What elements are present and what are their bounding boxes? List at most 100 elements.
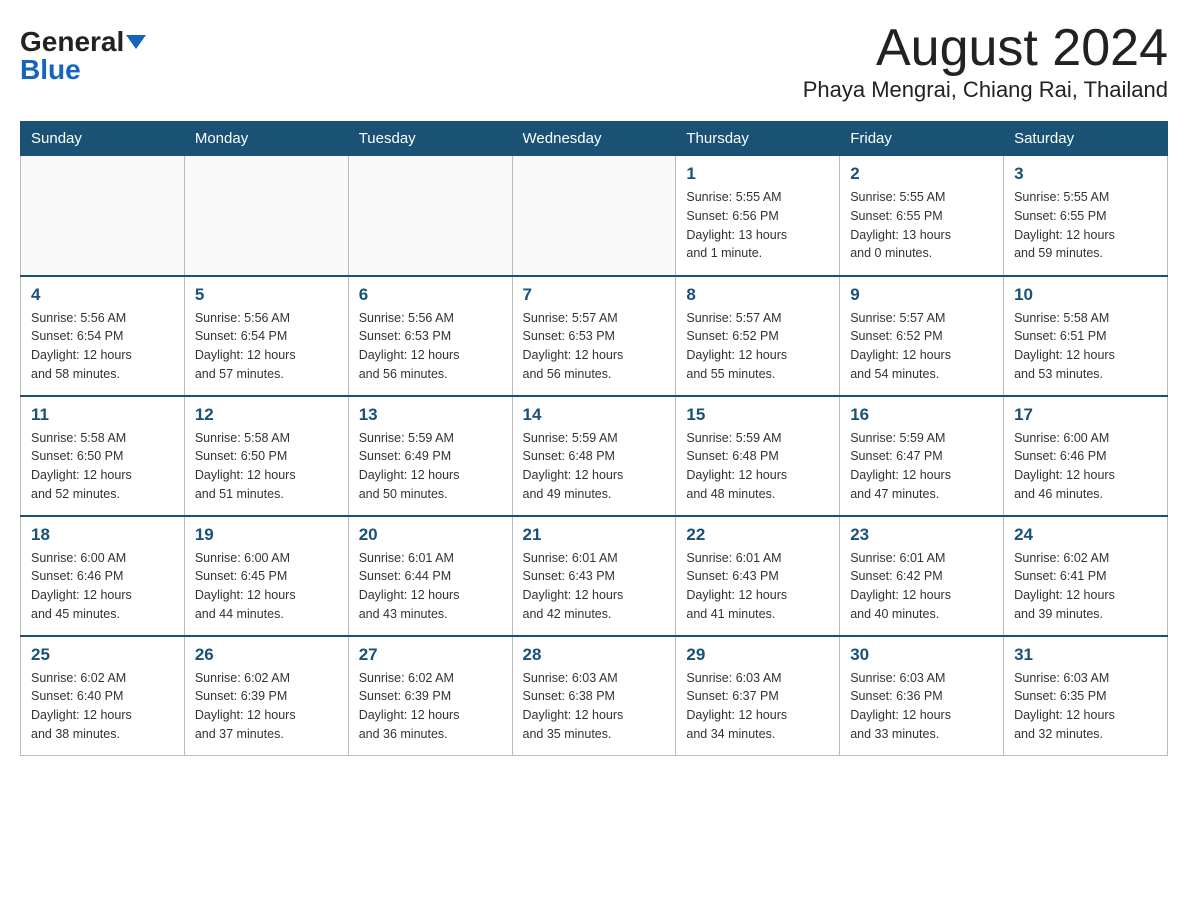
day-info: Sunrise: 6:00 AMSunset: 6:46 PMDaylight:…: [31, 549, 174, 624]
weekday-header-wednesday: Wednesday: [512, 122, 676, 156]
day-info: Sunrise: 5:56 AMSunset: 6:54 PMDaylight:…: [195, 309, 338, 384]
day-info: Sunrise: 6:01 AMSunset: 6:42 PMDaylight:…: [850, 549, 993, 624]
day-info: Sunrise: 6:03 AMSunset: 6:37 PMDaylight:…: [686, 669, 829, 744]
calendar-cell: 19 Sunrise: 6:00 AMSunset: 6:45 PMDayligh…: [184, 516, 348, 636]
calendar-week-row: 18 Sunrise: 6:00 AMSunset: 6:46 PMDayligh…: [21, 516, 1168, 636]
calendar-cell: 12 Sunrise: 5:58 AMSunset: 6:50 PMDayligh…: [184, 396, 348, 516]
calendar-cell: 7 Sunrise: 5:57 AMSunset: 6:53 PMDaylight…: [512, 276, 676, 396]
calendar-cell: 2 Sunrise: 5:55 AMSunset: 6:55 PMDaylight…: [840, 156, 1004, 276]
day-number: 2: [850, 164, 993, 184]
day-number: 1: [686, 164, 829, 184]
calendar-cell: 29 Sunrise: 6:03 AMSunset: 6:37 PMDayligh…: [676, 636, 840, 756]
day-info: Sunrise: 5:58 AMSunset: 6:50 PMDaylight:…: [195, 429, 338, 504]
calendar-cell: 25 Sunrise: 6:02 AMSunset: 6:40 PMDayligh…: [21, 636, 185, 756]
calendar-cell: 23Sunrise: 6:01 AMSunset: 6:42 PMDayligh…: [840, 516, 1004, 636]
calendar-cell: 14 Sunrise: 5:59 AMSunset: 6:48 PMDayligh…: [512, 396, 676, 516]
day-number: 15: [686, 405, 829, 425]
calendar-cell: [512, 156, 676, 276]
day-number: 12: [195, 405, 338, 425]
calendar-cell: 18 Sunrise: 6:00 AMSunset: 6:46 PMDayligh…: [21, 516, 185, 636]
calendar-week-row: 11 Sunrise: 5:58 AMSunset: 6:50 PMDayligh…: [21, 396, 1168, 516]
calendar-cell: 26 Sunrise: 6:02 AMSunset: 6:39 PMDayligh…: [184, 636, 348, 756]
calendar-cell: 31 Sunrise: 6:03 AMSunset: 6:35 PMDayligh…: [1004, 636, 1168, 756]
day-number: 20: [359, 525, 502, 545]
day-number: 11: [31, 405, 174, 425]
calendar-cell: 28Sunrise: 6:03 AMSunset: 6:38 PMDayligh…: [512, 636, 676, 756]
calendar-cell: 9Sunrise: 5:57 AMSunset: 6:52 PMDaylight…: [840, 276, 1004, 396]
calendar-cell: 22Sunrise: 6:01 AMSunset: 6:43 PMDayligh…: [676, 516, 840, 636]
title-area: August 2024 Phaya Mengrai, Chiang Rai, T…: [803, 20, 1168, 103]
calendar-cell: 15 Sunrise: 5:59 AMSunset: 6:48 PMDayligh…: [676, 396, 840, 516]
day-number: 10: [1014, 285, 1157, 305]
day-info: Sunrise: 5:55 AMSunset: 6:56 PMDaylight:…: [686, 188, 829, 263]
day-info: Sunrise: 5:57 AMSunset: 6:53 PMDaylight:…: [523, 309, 666, 384]
calendar-cell: 11 Sunrise: 5:58 AMSunset: 6:50 PMDayligh…: [21, 396, 185, 516]
logo: General Blue: [20, 28, 146, 84]
day-number: 24: [1014, 525, 1157, 545]
day-number: 16: [850, 405, 993, 425]
day-number: 31: [1014, 645, 1157, 665]
calendar-cell: 3Sunrise: 5:55 AMSunset: 6:55 PMDaylight…: [1004, 156, 1168, 276]
day-info: Sunrise: 5:59 AMSunset: 6:48 PMDaylight:…: [686, 429, 829, 504]
day-info: Sunrise: 5:58 AMSunset: 6:50 PMDaylight:…: [31, 429, 174, 504]
calendar-cell: [348, 156, 512, 276]
day-info: Sunrise: 5:55 AMSunset: 6:55 PMDaylight:…: [1014, 188, 1157, 263]
day-info: Sunrise: 6:02 AMSunset: 6:41 PMDaylight:…: [1014, 549, 1157, 624]
day-number: 18: [31, 525, 174, 545]
calendar-cell: 30 Sunrise: 6:03 AMSunset: 6:36 PMDayligh…: [840, 636, 1004, 756]
calendar-week-row: 1 Sunrise: 5:55 AMSunset: 6:56 PMDaylight…: [21, 156, 1168, 276]
day-number: 26: [195, 645, 338, 665]
weekday-header-friday: Friday: [840, 122, 1004, 156]
day-number: 13: [359, 405, 502, 425]
day-info: Sunrise: 6:03 AMSunset: 6:36 PMDaylight:…: [850, 669, 993, 744]
day-info: Sunrise: 5:57 AMSunset: 6:52 PMDaylight:…: [850, 309, 993, 384]
calendar-cell: [21, 156, 185, 276]
calendar-cell: 24 Sunrise: 6:02 AMSunset: 6:41 PMDayligh…: [1004, 516, 1168, 636]
logo-arrow-icon: [126, 35, 146, 49]
calendar-cell: 20 Sunrise: 6:01 AMSunset: 6:44 PMDayligh…: [348, 516, 512, 636]
day-info: Sunrise: 6:00 AMSunset: 6:45 PMDaylight:…: [195, 549, 338, 624]
calendar-cell: 5 Sunrise: 5:56 AMSunset: 6:54 PMDaylight…: [184, 276, 348, 396]
day-number: 25: [31, 645, 174, 665]
logo-blue-text: Blue: [20, 56, 81, 84]
day-info: Sunrise: 5:58 AMSunset: 6:51 PMDaylight:…: [1014, 309, 1157, 384]
weekday-header-thursday: Thursday: [676, 122, 840, 156]
weekday-header-saturday: Saturday: [1004, 122, 1168, 156]
day-number: 7: [523, 285, 666, 305]
day-number: 19: [195, 525, 338, 545]
header: General Blue August 2024 Phaya Mengrai, …: [20, 20, 1168, 103]
weekday-header-monday: Monday: [184, 122, 348, 156]
day-number: 5: [195, 285, 338, 305]
location-title: Phaya Mengrai, Chiang Rai, Thailand: [803, 77, 1168, 103]
day-info: Sunrise: 5:57 AMSunset: 6:52 PMDaylight:…: [686, 309, 829, 384]
day-info: Sunrise: 5:56 AMSunset: 6:54 PMDaylight:…: [31, 309, 174, 384]
day-info: Sunrise: 6:01 AMSunset: 6:43 PMDaylight:…: [523, 549, 666, 624]
day-number: 21: [523, 525, 666, 545]
calendar-cell: 10 Sunrise: 5:58 AMSunset: 6:51 PMDayligh…: [1004, 276, 1168, 396]
weekday-header-row: SundayMondayTuesdayWednesdayThursdayFrid…: [21, 122, 1168, 156]
day-number: 30: [850, 645, 993, 665]
day-info: Sunrise: 6:02 AMSunset: 6:39 PMDaylight:…: [359, 669, 502, 744]
day-info: Sunrise: 6:02 AMSunset: 6:39 PMDaylight:…: [195, 669, 338, 744]
day-number: 14: [523, 405, 666, 425]
day-number: 6: [359, 285, 502, 305]
day-info: Sunrise: 5:59 AMSunset: 6:47 PMDaylight:…: [850, 429, 993, 504]
day-info: Sunrise: 5:59 AMSunset: 6:48 PMDaylight:…: [523, 429, 666, 504]
weekday-header-sunday: Sunday: [21, 122, 185, 156]
day-info: Sunrise: 5:59 AMSunset: 6:49 PMDaylight:…: [359, 429, 502, 504]
day-info: Sunrise: 5:55 AMSunset: 6:55 PMDaylight:…: [850, 188, 993, 263]
day-number: 28: [523, 645, 666, 665]
day-info: Sunrise: 6:03 AMSunset: 6:35 PMDaylight:…: [1014, 669, 1157, 744]
day-info: Sunrise: 5:56 AMSunset: 6:53 PMDaylight:…: [359, 309, 502, 384]
day-info: Sunrise: 6:01 AMSunset: 6:44 PMDaylight:…: [359, 549, 502, 624]
day-number: 29: [686, 645, 829, 665]
calendar-cell: 6 Sunrise: 5:56 AMSunset: 6:53 PMDaylight…: [348, 276, 512, 396]
calendar-table: SundayMondayTuesdayWednesdayThursdayFrid…: [20, 121, 1168, 756]
day-info: Sunrise: 6:02 AMSunset: 6:40 PMDaylight:…: [31, 669, 174, 744]
month-title: August 2024: [803, 20, 1168, 77]
calendar-cell: 27Sunrise: 6:02 AMSunset: 6:39 PMDayligh…: [348, 636, 512, 756]
day-number: 4: [31, 285, 174, 305]
day-info: Sunrise: 6:00 AMSunset: 6:46 PMDaylight:…: [1014, 429, 1157, 504]
day-info: Sunrise: 6:01 AMSunset: 6:43 PMDaylight:…: [686, 549, 829, 624]
calendar-cell: 8Sunrise: 5:57 AMSunset: 6:52 PMDaylight…: [676, 276, 840, 396]
